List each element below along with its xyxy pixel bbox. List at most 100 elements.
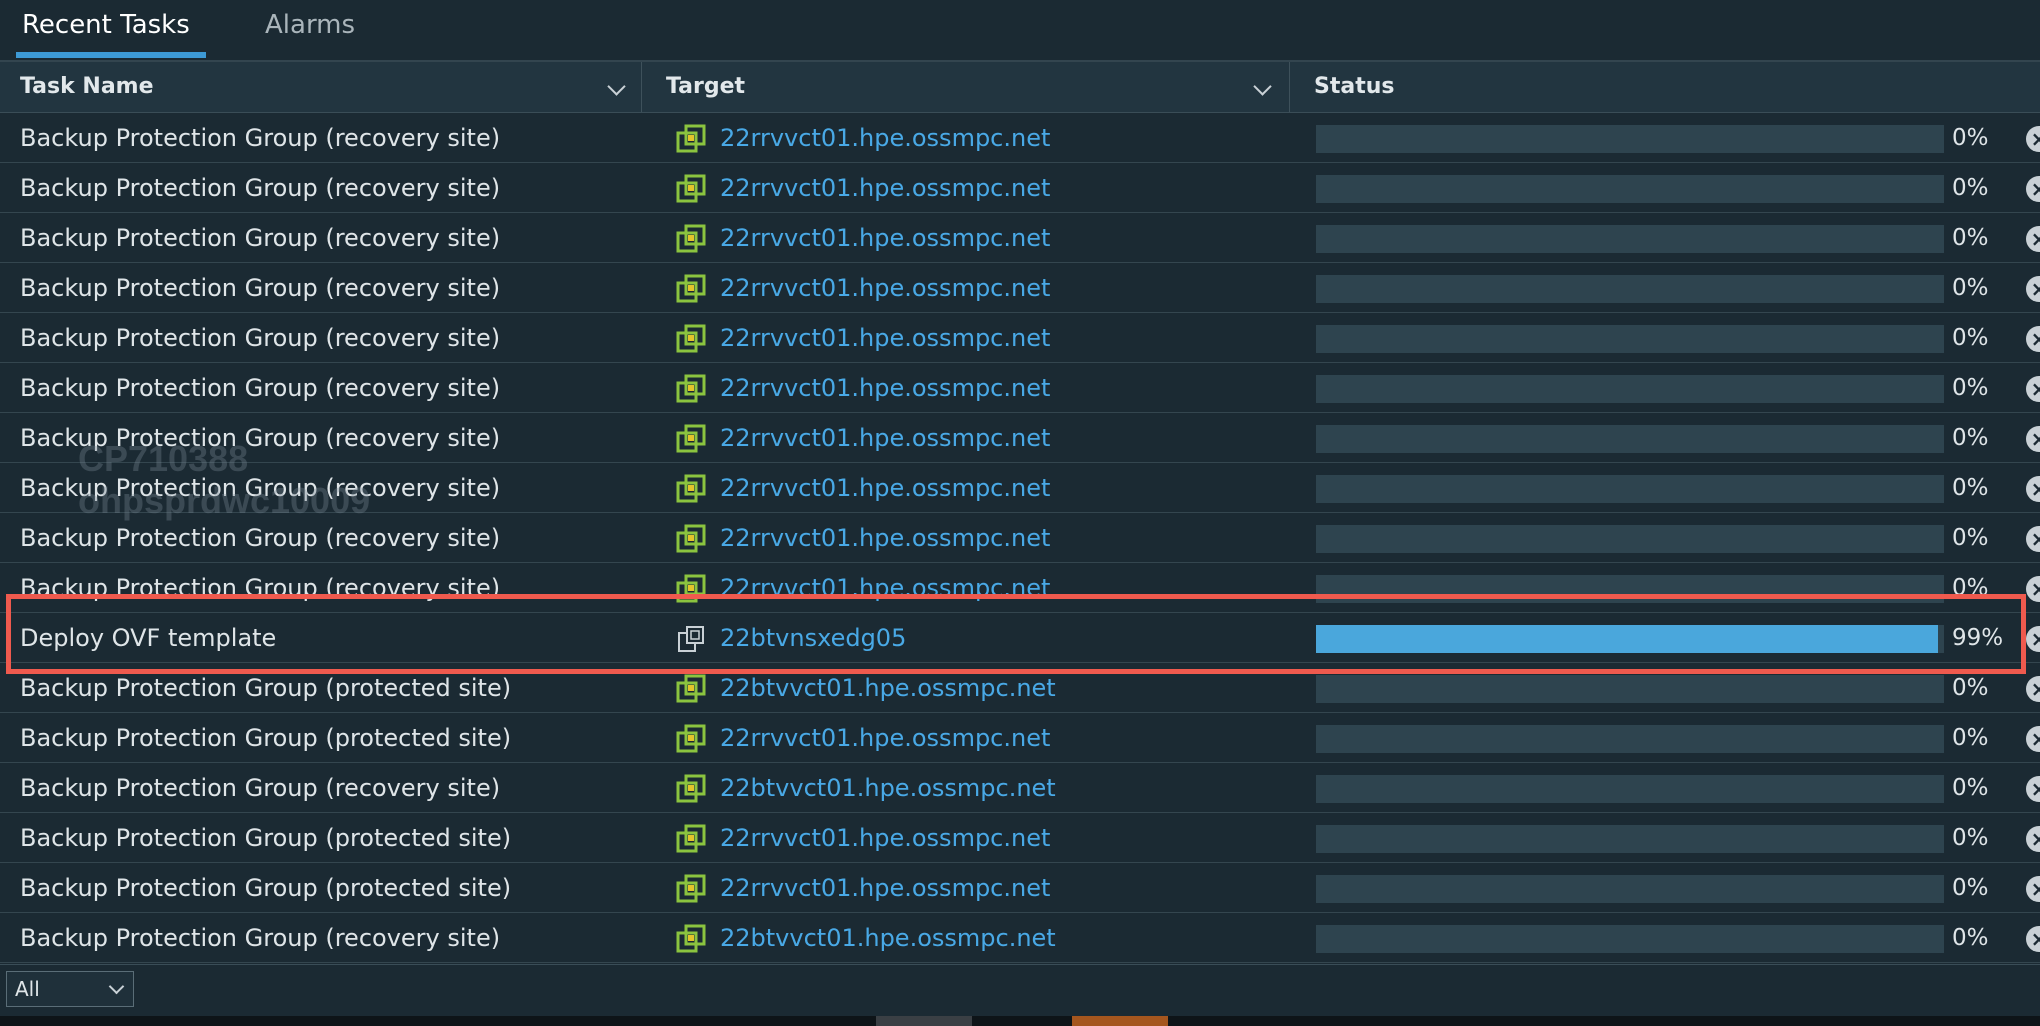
cancel-task-icon[interactable]: ×: [2026, 476, 2040, 502]
target-link[interactable]: 22rrvvct01.hpe.ossmpc.net: [720, 813, 1050, 863]
task-name: Backup Protection Group (recovery site): [20, 224, 501, 252]
task-row[interactable]: Backup Protection Group (recovery site) 2…: [0, 463, 2040, 513]
task-row[interactable]: Backup Protection Group (recovery site) 2…: [0, 313, 2040, 363]
cancel-task-icon[interactable]: ×: [2026, 376, 2040, 402]
tab-recent-tasks[interactable]: Recent Tasks: [22, 10, 190, 40]
task-row[interactable]: Backup Protection Group (recovery site) 2…: [0, 913, 2040, 963]
task-row[interactable]: Backup Protection Group (recovery site) 2…: [0, 363, 2040, 413]
target-link[interactable]: 22btvvct01.hpe.ossmpc.net: [720, 763, 1056, 813]
progress-bar: [1316, 575, 1944, 603]
task-name: Backup Protection Group (recovery site): [20, 324, 501, 352]
cancel-task-icon[interactable]: ×: [2026, 676, 2040, 702]
progress-percent: 99%: [1952, 625, 2004, 651]
cancel-task-icon[interactable]: ×: [2026, 426, 2040, 452]
progress-bar: [1316, 425, 1944, 453]
progress-bar: [1316, 725, 1944, 753]
vcenter-icon: [676, 324, 706, 354]
progress-bar: [1316, 475, 1944, 503]
vcenter-icon: [676, 674, 706, 704]
task-row[interactable]: Backup Protection Group (recovery site) 2…: [0, 163, 2040, 213]
progress-percent: 0%: [1952, 375, 1989, 401]
cancel-task-icon[interactable]: ×: [2026, 876, 2040, 902]
task-name: Backup Protection Group (protected site): [20, 674, 512, 702]
target-link[interactable]: 22rrvvct01.hpe.ossmpc.net: [720, 463, 1050, 513]
task-row[interactable]: Backup Protection Group (recovery site) 2…: [0, 763, 2040, 813]
progress-bar: [1316, 875, 1944, 903]
active-tab-indicator: [16, 52, 206, 58]
vcenter-icon: [676, 574, 706, 604]
task-row[interactable]: Deploy OVF template 22btvnsxedg05 99% ×: [0, 613, 2040, 663]
target-link[interactable]: 22rrvvct01.hpe.ossmpc.net: [720, 213, 1050, 263]
task-row[interactable]: Backup Protection Group (protected site)…: [0, 863, 2040, 913]
cancel-task-icon[interactable]: ×: [2026, 176, 2040, 202]
progress-bar: [1316, 125, 1944, 153]
target-link[interactable]: 22rrvvct01.hpe.ossmpc.net: [720, 313, 1050, 363]
task-name: Backup Protection Group (recovery site): [20, 174, 501, 202]
task-row[interactable]: Backup Protection Group (protected site)…: [0, 713, 2040, 763]
cancel-task-icon[interactable]: ×: [2026, 126, 2040, 152]
cancel-task-icon[interactable]: ×: [2026, 326, 2040, 352]
cancel-task-icon[interactable]: ×: [2026, 626, 2040, 652]
cancel-task-icon[interactable]: ×: [2026, 526, 2040, 552]
progress-bar: [1316, 275, 1944, 303]
task-row[interactable]: Backup Protection Group (recovery site) 2…: [0, 563, 2040, 613]
column-header-target[interactable]: Target: [642, 62, 1290, 112]
target-link[interactable]: 22rrvvct01.hpe.ossmpc.net: [720, 863, 1050, 913]
progress-percent: 0%: [1952, 825, 1989, 851]
task-name: Backup Protection Group (recovery site): [20, 424, 501, 452]
cancel-task-icon[interactable]: ×: [2026, 576, 2040, 602]
column-header-label: Target: [666, 74, 746, 99]
cancel-task-icon[interactable]: ×: [2026, 226, 2040, 252]
task-row[interactable]: Backup Protection Group (protected site)…: [0, 663, 2040, 713]
progress-bar: [1316, 675, 1944, 703]
task-name: Backup Protection Group (protected site): [20, 874, 512, 902]
target-link[interactable]: 22rrvvct01.hpe.ossmpc.net: [720, 263, 1050, 313]
progress-percent: 0%: [1952, 775, 1989, 801]
target-link[interactable]: 22btvnsxedg05: [720, 613, 906, 663]
cancel-task-icon[interactable]: ×: [2026, 726, 2040, 752]
task-filter-value: All: [15, 977, 40, 1001]
target-link[interactable]: 22rrvvct01.hpe.ossmpc.net: [720, 713, 1050, 763]
task-list[interactable]: Backup Protection Group (recovery site) 2…: [0, 113, 2040, 963]
task-row[interactable]: Backup Protection Group (recovery site) 2…: [0, 413, 2040, 463]
task-name: Backup Protection Group (recovery site): [20, 474, 501, 502]
progress-percent: 0%: [1952, 175, 1989, 201]
target-link[interactable]: 22btvvct01.hpe.ossmpc.net: [720, 913, 1056, 963]
vcenter-icon: [676, 124, 706, 154]
tab-alarms[interactable]: Alarms: [265, 10, 355, 40]
task-name: Backup Protection Group (recovery site): [20, 124, 501, 152]
task-row[interactable]: Backup Protection Group (recovery site) 2…: [0, 213, 2040, 263]
cancel-task-icon[interactable]: ×: [2026, 926, 2040, 952]
vcenter-icon: [676, 774, 706, 804]
task-name: Backup Protection Group (recovery site): [20, 374, 501, 402]
vcenter-icon: [676, 524, 706, 554]
column-header-status[interactable]: Status: [1290, 62, 2040, 112]
task-row[interactable]: Backup Protection Group (recovery site) 2…: [0, 513, 2040, 563]
progress-percent: 0%: [1952, 325, 1989, 351]
task-row[interactable]: Backup Protection Group (protected site)…: [0, 813, 2040, 863]
chevron-down-icon[interactable]: [1253, 77, 1272, 96]
target-link[interactable]: 22btvvct01.hpe.ossmpc.net: [720, 663, 1056, 713]
vm-icon: [676, 624, 706, 654]
progress-percent: 0%: [1952, 675, 1989, 701]
target-link[interactable]: 22rrvvct01.hpe.ossmpc.net: [720, 363, 1050, 413]
taskbar-segment: [876, 1016, 972, 1026]
progress-bar: [1316, 925, 1944, 953]
target-link[interactable]: 22rrvvct01.hpe.ossmpc.net: [720, 563, 1050, 613]
column-header-task-name[interactable]: Task Name: [0, 62, 642, 112]
progress-bar: [1316, 225, 1944, 253]
task-name: Backup Protection Group (recovery site): [20, 774, 501, 802]
cancel-task-icon[interactable]: ×: [2026, 776, 2040, 802]
target-link[interactable]: 22rrvvct01.hpe.ossmpc.net: [720, 513, 1050, 563]
task-filter-select[interactable]: All: [6, 971, 134, 1007]
chevron-down-icon[interactable]: [607, 77, 626, 96]
target-link[interactable]: 22rrvvct01.hpe.ossmpc.net: [720, 163, 1050, 213]
cancel-task-icon[interactable]: ×: [2026, 276, 2040, 302]
cancel-task-icon[interactable]: ×: [2026, 826, 2040, 852]
task-name: Backup Protection Group (recovery site): [20, 924, 501, 952]
progress-bar: [1316, 375, 1944, 403]
target-link[interactable]: 22rrvvct01.hpe.ossmpc.net: [720, 413, 1050, 463]
task-row[interactable]: Backup Protection Group (recovery site) 2…: [0, 263, 2040, 313]
target-link[interactable]: 22rrvvct01.hpe.ossmpc.net: [720, 113, 1050, 163]
task-row[interactable]: Backup Protection Group (recovery site) 2…: [0, 113, 2040, 163]
